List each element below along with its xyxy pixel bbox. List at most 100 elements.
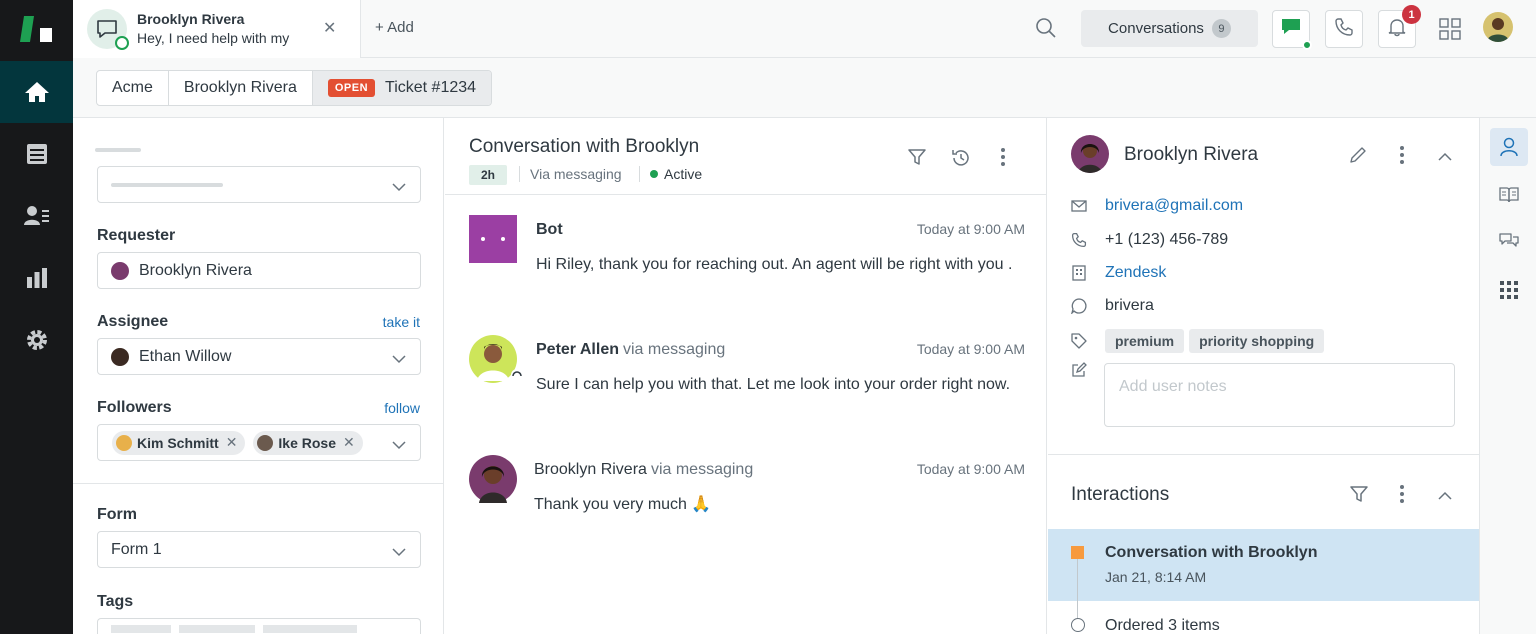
edit-icon[interactable] bbox=[1348, 145, 1368, 170]
ticket-number: Ticket #1234 bbox=[385, 79, 477, 96]
whatsapp-row: brivera bbox=[1071, 297, 1154, 315]
filter-icon[interactable] bbox=[1349, 484, 1369, 509]
nav-reporting[interactable] bbox=[0, 247, 73, 309]
interaction-title[interactable]: Ordered 3 items bbox=[1105, 617, 1220, 634]
apps-grid-icon[interactable] bbox=[1490, 271, 1528, 309]
breadcrumb-organization[interactable]: Acme bbox=[97, 71, 169, 105]
form-select[interactable]: Form 1 bbox=[97, 531, 421, 568]
gear-icon bbox=[25, 328, 49, 352]
zendesk-logo[interactable] bbox=[18, 14, 58, 48]
add-tab-button[interactable]: + Add bbox=[375, 19, 414, 36]
conversations-button[interactable]: Conversations 9 bbox=[1081, 10, 1258, 47]
status-badge: OPEN bbox=[327, 79, 376, 97]
chevron-down-icon bbox=[392, 351, 406, 369]
collapse-icon[interactable] bbox=[1438, 149, 1452, 167]
tag-icon bbox=[1071, 333, 1087, 349]
conversation-title: Conversation with Brooklyn bbox=[469, 136, 700, 157]
assignee-value: Ethan Willow bbox=[139, 347, 232, 365]
product-tray-icon[interactable] bbox=[1439, 18, 1461, 45]
tags-field[interactable] bbox=[97, 618, 421, 634]
form-label: Form bbox=[97, 506, 137, 523]
interaction-item-selected[interactable]: Conversation with Brooklyn Jan 21, 8:14 … bbox=[1048, 529, 1479, 629]
customer-tag[interactable]: premium bbox=[1105, 329, 1185, 353]
nav-views[interactable] bbox=[0, 123, 73, 185]
placeholder-value bbox=[111, 182, 223, 187]
message-item: Brooklyn Rivera via messaging Today at 9:… bbox=[469, 455, 1025, 535]
interaction-date: Jan 21, 8:14 AM bbox=[1105, 569, 1207, 585]
note-edit-icon bbox=[1071, 362, 1087, 378]
customer-company[interactable]: Zendesk bbox=[1105, 264, 1166, 282]
age-badge: 2h bbox=[469, 165, 508, 185]
message-time: Today at 9:00 AM bbox=[916, 221, 1025, 237]
collapse-icon[interactable] bbox=[1438, 488, 1452, 506]
ticket-properties-panel: Requester Brooklyn Rivera Assignee take … bbox=[73, 118, 444, 634]
avatar bbox=[257, 434, 274, 451]
conversation-panel: Conversation with Brooklyn 2h Via messag… bbox=[445, 118, 1047, 634]
customer-tag[interactable]: priority shopping bbox=[1189, 329, 1325, 353]
conversation-status: Active bbox=[650, 166, 702, 182]
followers-field[interactable]: Kim Schmitt ✕ Ike Rose ✕ bbox=[97, 424, 421, 461]
remove-icon[interactable]: ✕ bbox=[226, 434, 238, 451]
active-dot bbox=[650, 170, 658, 178]
user-profile-icon[interactable] bbox=[1490, 128, 1528, 166]
phone-icon bbox=[1071, 232, 1087, 248]
tag-placeholder bbox=[263, 624, 357, 633]
more-options-icon[interactable] bbox=[1000, 147, 1006, 172]
customer-email[interactable]: brivera@gmail.com bbox=[1105, 197, 1243, 215]
message-text: Thank you very much 🙏 bbox=[534, 496, 712, 513]
separator bbox=[639, 166, 640, 182]
customers-icon bbox=[23, 205, 50, 227]
company-row: Zendesk bbox=[1071, 264, 1166, 282]
messaging-status-button[interactable] bbox=[1272, 10, 1312, 50]
remove-icon[interactable]: ✕ bbox=[343, 434, 355, 451]
history-icon[interactable] bbox=[950, 147, 972, 174]
customer-phone: +1 (123) 456-789 bbox=[1105, 231, 1229, 248]
take-it-link[interactable]: take it bbox=[383, 314, 420, 330]
more-options-icon[interactable] bbox=[1399, 145, 1405, 170]
building-icon bbox=[1071, 265, 1087, 281]
message-author: Peter Allen via messaging bbox=[536, 341, 726, 358]
message-item: Bot Today at 9:00 AM Hi Riley, thank you… bbox=[469, 215, 1025, 315]
follow-link[interactable]: follow bbox=[384, 400, 420, 416]
nav-home[interactable] bbox=[0, 61, 73, 123]
home-icon bbox=[24, 80, 50, 104]
nav-admin[interactable] bbox=[0, 309, 73, 371]
message-time: Today at 9:00 AM bbox=[916, 461, 1025, 477]
avatar bbox=[116, 434, 132, 451]
close-tab-icon[interactable]: ✕ bbox=[323, 18, 336, 38]
breadcrumb: Acme Brooklyn Rivera OPEN Ticket #1234 bbox=[96, 70, 493, 106]
message-via: via messaging bbox=[623, 341, 726, 358]
agent-avatar bbox=[469, 335, 523, 383]
left-nav bbox=[0, 0, 73, 634]
knowledge-icon[interactable] bbox=[1490, 176, 1528, 214]
notes-icon-row bbox=[1071, 362, 1105, 378]
search-icon[interactable] bbox=[1035, 17, 1057, 44]
message-time: Today at 9:00 AM bbox=[916, 341, 1025, 357]
ticket-tab[interactable]: Brooklyn Rivera Hey, I need help with my… bbox=[73, 0, 361, 58]
more-options-icon[interactable] bbox=[1399, 484, 1405, 509]
conversation-marker-icon bbox=[1071, 546, 1084, 559]
online-status-dot bbox=[115, 36, 129, 50]
tag-placeholder bbox=[179, 624, 255, 633]
breadcrumb-requester[interactable]: Brooklyn Rivera bbox=[169, 71, 313, 105]
breadcrumb-ticket[interactable]: OPEN Ticket #1234 bbox=[312, 71, 492, 105]
notifications-button[interactable]: 1 bbox=[1378, 5, 1421, 48]
user-avatar[interactable] bbox=[1483, 12, 1513, 42]
brand-select[interactable] bbox=[97, 166, 421, 203]
requester-field[interactable]: Brooklyn Rivera bbox=[97, 252, 421, 289]
ticket-tab-preview: Hey, I need help with my bbox=[137, 30, 290, 46]
avatar bbox=[111, 261, 129, 280]
separator bbox=[519, 166, 520, 182]
phone-button[interactable] bbox=[1325, 10, 1363, 48]
email-row: brivera@gmail.com bbox=[1071, 197, 1243, 215]
message-author: Brooklyn Rivera via messaging bbox=[534, 461, 754, 478]
chat-icon bbox=[1281, 18, 1301, 41]
filter-icon[interactable] bbox=[907, 147, 927, 172]
conversations-label: Conversations bbox=[1108, 20, 1204, 37]
reports-icon bbox=[26, 267, 48, 289]
interaction-title: Conversation with Brooklyn bbox=[1105, 544, 1318, 561]
nav-customers[interactable] bbox=[0, 185, 73, 247]
context-chat-icon[interactable] bbox=[1490, 222, 1528, 260]
user-notes-input[interactable]: Add user notes bbox=[1104, 363, 1455, 427]
assignee-select[interactable]: Ethan Willow bbox=[97, 338, 421, 375]
